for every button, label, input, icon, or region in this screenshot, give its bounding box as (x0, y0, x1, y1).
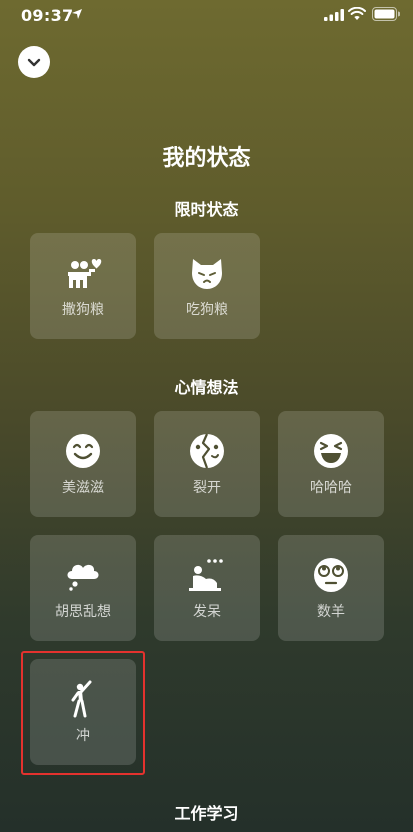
page-title: 我的状态 (162, 146, 251, 171)
status-tile-daydream[interactable]: 胡思乱想 (30, 535, 136, 641)
status-tile-label: 美滋滋 (62, 480, 104, 496)
section-title-work-study: 工作学习 (174, 804, 239, 823)
status-tile-label: 吃狗粮 (186, 302, 228, 318)
status-tile-eat-dog-food[interactable]: 吃狗粮 (154, 233, 260, 339)
status-tile-daze[interactable]: 发呆 (154, 535, 260, 641)
wifi-icon (348, 7, 366, 20)
status-tile-label: 发呆 (193, 604, 221, 620)
status-bar: 09:37 (0, 0, 413, 34)
thought-cloud-icon (67, 564, 99, 591)
couple-heart-icon (68, 259, 102, 288)
section-title-mood: 心情想法 (174, 378, 239, 397)
cracked-face-icon (190, 433, 224, 469)
cellular-signal-icon (324, 9, 344, 21)
chevron-down-icon (27, 58, 41, 67)
status-tile-label: 胡思乱想 (55, 604, 111, 620)
status-tile-happy[interactable]: 美滋滋 (30, 411, 136, 517)
status-time: 09:37 (21, 6, 74, 25)
status-tile-sapi-dog-food[interactable]: 撒狗粮 (30, 233, 136, 339)
status-tile-label: 数羊 (317, 604, 345, 620)
status-tile-label: 裂开 (193, 480, 221, 496)
highlight-frame (21, 651, 145, 775)
collapse-button[interactable] (18, 46, 50, 78)
status-tile-laughing[interactable]: 哈哈哈 (278, 411, 384, 517)
rolling-eyes-face-icon (314, 558, 348, 592)
section-title-limited: 限时状态 (174, 200, 239, 219)
cat-face-icon (192, 259, 222, 289)
location-arrow-icon (72, 9, 82, 19)
battery-icon (372, 7, 400, 21)
status-tile-cracked[interactable]: 裂开 (154, 411, 260, 517)
status-tile-label: 哈哈哈 (310, 480, 352, 496)
daze-person-icon (189, 559, 223, 591)
status-tile-label: 撒狗粮 (62, 302, 104, 318)
smile-face-icon (66, 434, 100, 468)
laughing-face-icon (314, 434, 348, 468)
status-tile-counting-sheep[interactable]: 数羊 (278, 535, 384, 641)
